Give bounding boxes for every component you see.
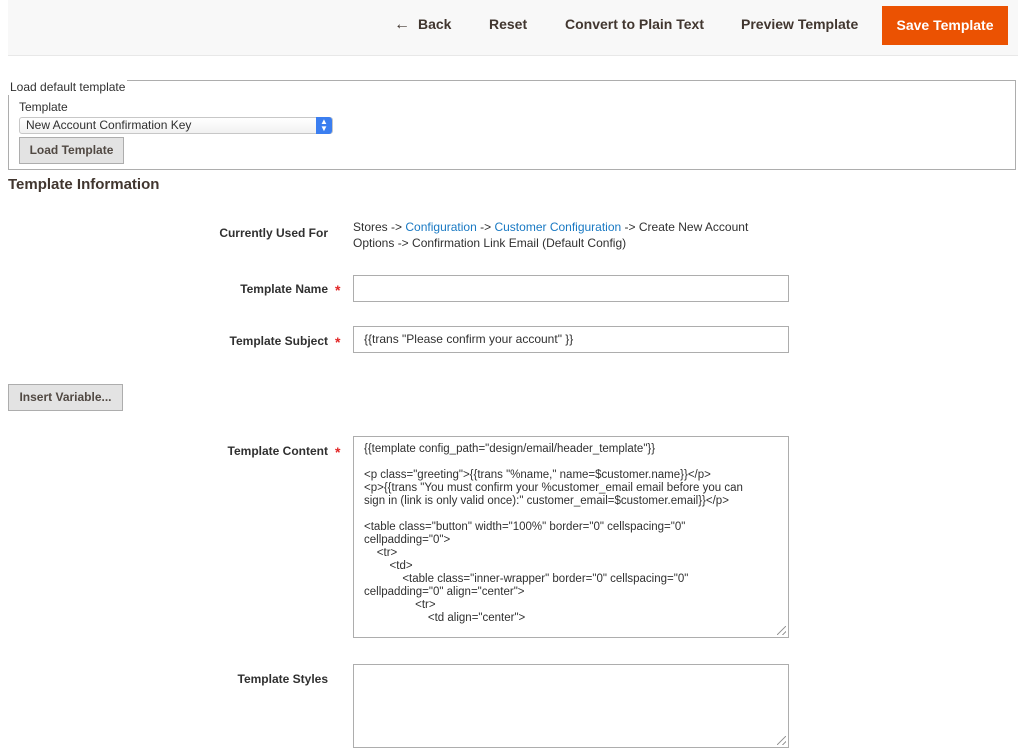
used-for-prefix: Stores -> — [353, 220, 403, 234]
preview-template-button[interactable]: Preview Template — [741, 6, 858, 43]
template-content-textarea[interactable]: {{template config_path="design/email/hea… — [353, 436, 789, 638]
template-content-label: Template Content — [227, 444, 328, 458]
code-line: cellpadding="0" align="center"> — [364, 586, 525, 598]
template-name-input[interactable] — [353, 275, 789, 302]
template-select[interactable]: New Account Confirmation Key ▲ ▼ — [19, 117, 333, 134]
customer-configuration-link[interactable]: Customer Configuration — [494, 220, 621, 234]
template-name-label: Template Name — [240, 282, 328, 296]
resize-handle-icon[interactable] — [777, 626, 786, 635]
back-button-label: Back — [418, 16, 452, 32]
convert-to-plain-text-button[interactable]: Convert to Plain Text — [565, 6, 704, 43]
template-select-value: New Account Confirmation Key — [26, 118, 192, 132]
template-select-label: Template — [19, 100, 68, 114]
template-styles-label: Template Styles — [237, 672, 328, 686]
back-arrow-icon: ← — [394, 16, 410, 33]
code-line: <p>{{trans "You must confirm your %custo… — [364, 482, 743, 494]
template-name-required-mark: * — [335, 282, 341, 298]
configuration-link[interactable]: Configuration — [405, 220, 476, 234]
save-template-button[interactable]: Save Template — [882, 6, 1008, 45]
code-line: <table class="button" width="100%" borde… — [364, 521, 686, 533]
code-line: <tr> — [364, 547, 398, 559]
used-for-separator: -> — [480, 220, 492, 234]
template-content-required-mark: * — [335, 444, 341, 460]
back-button[interactable]: ← Back — [394, 6, 451, 43]
code-line: {{template config_path="design/email/hea… — [364, 443, 656, 455]
currently-used-for-value: Stores -> Configuration -> Customer Conf… — [353, 219, 763, 251]
code-line: <tr> — [364, 599, 436, 611]
reset-button[interactable]: Reset — [489, 6, 527, 43]
code-line: <table class="inner-wrapper" border="0" … — [364, 573, 689, 585]
load-template-button[interactable]: Load Template — [19, 137, 124, 164]
template-styles-textarea[interactable] — [353, 664, 789, 748]
code-line: <td align="center"> — [364, 612, 526, 624]
code-line: sign in (link is only valid once):" cust… — [364, 495, 729, 507]
load-default-template-legend: Load default template — [8, 79, 128, 95]
code-line: cellpadding="0"> — [364, 534, 451, 546]
template-subject-label: Template Subject — [229, 334, 328, 348]
resize-handle-icon[interactable] — [777, 736, 786, 745]
insert-variable-button[interactable]: Insert Variable... — [8, 384, 123, 411]
currently-used-for-label: Currently Used For — [219, 226, 328, 240]
page-actions-toolbar: ← Back Reset Convert to Plain Text Previe… — [8, 0, 1018, 56]
template-subject-required-mark: * — [335, 334, 341, 350]
code-line: <td> — [364, 560, 413, 572]
code-line: <p class="greeting">{{trans "%name," nam… — [364, 469, 711, 481]
template-subject-input[interactable]: {{trans "Please confirm your account" }} — [353, 326, 789, 353]
select-chevron-icon: ▲ ▼ — [316, 117, 332, 134]
template-information-title: Template Information — [8, 176, 160, 193]
